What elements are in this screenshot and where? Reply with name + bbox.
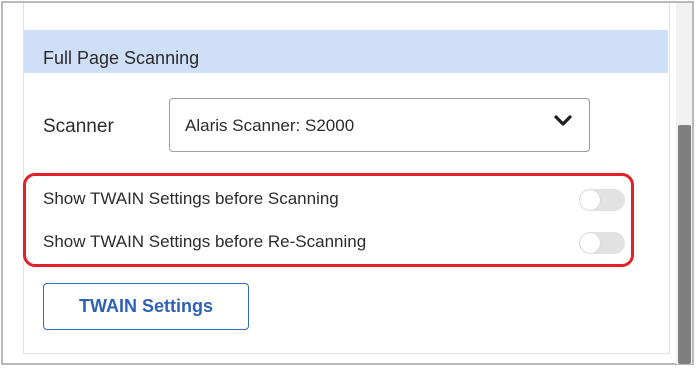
scrollbar-thumb[interactable] xyxy=(678,125,691,364)
toggle-show-twain-before-rescanning[interactable] xyxy=(579,232,625,254)
toggle-show-twain-before-scanning[interactable] xyxy=(579,189,625,211)
panel-title: Full Page Scanning xyxy=(43,48,200,68)
setting-label-show-twain-before-rescanning: Show TWAIN Settings before Re-Scanning xyxy=(43,232,367,251)
toggle-knob xyxy=(580,233,600,253)
chevron-down-icon[interactable] xyxy=(554,114,572,128)
twain-settings-button[interactable]: TWAIN Settings xyxy=(43,283,249,330)
toggle-knob xyxy=(580,190,600,210)
scanner-selected-value: Alaris Scanner: S2000 xyxy=(185,116,355,135)
setting-label-show-twain-before-scanning: Show TWAIN Settings before Scanning xyxy=(43,189,339,208)
scanner-label: Scanner xyxy=(43,116,114,137)
